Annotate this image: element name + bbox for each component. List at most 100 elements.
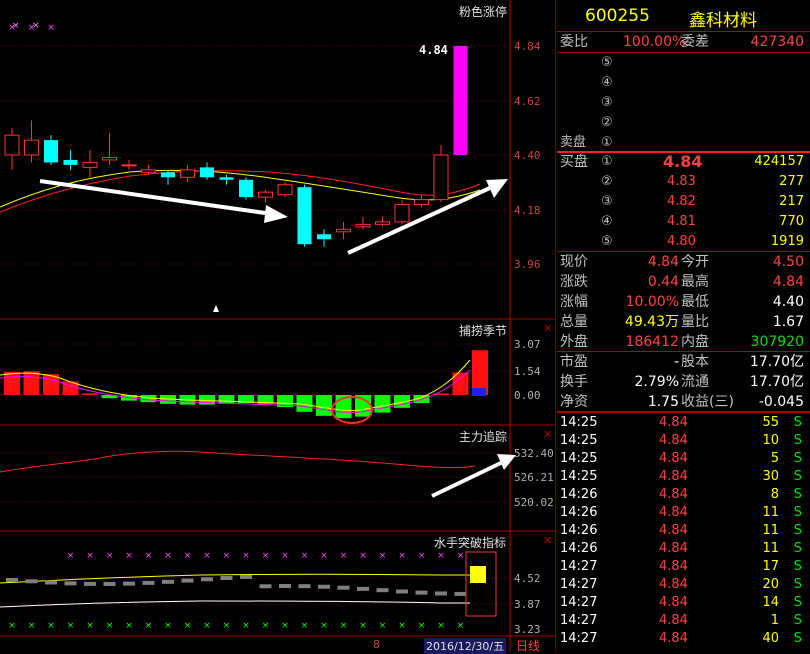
- marker-x: ×: [457, 621, 465, 631]
- stat-value: 4.40: [772, 294, 804, 310]
- tick-side: S: [793, 451, 802, 466]
- period-button[interactable]: 日线: [516, 637, 540, 654]
- trade-tick-row: 14:27 4.84 17 S: [557, 558, 810, 576]
- indicator-bar: [4, 371, 20, 395]
- trade-tick-row: 14:25 4.84 55 S: [557, 414, 810, 432]
- stat-row: 涨幅 10.00% 最低 4.40: [557, 292, 810, 312]
- close-icon[interactable]: ✕: [543, 534, 552, 547]
- tick-price: 4.84: [659, 559, 688, 574]
- marker-x: ×: [12, 21, 20, 31]
- candle: [394, 199, 410, 225]
- panel3-tick: 520.02: [514, 496, 554, 509]
- panel4-tick: 4.52: [514, 572, 541, 585]
- candle: [258, 189, 273, 203]
- bid-volume: 424157: [754, 154, 804, 169]
- level-num: ③: [601, 194, 613, 209]
- tick-side: S: [793, 577, 802, 592]
- breakout-box: [465, 551, 497, 617]
- stat-value: 307920: [750, 334, 804, 350]
- stat-value: 4.84: [647, 254, 679, 270]
- breakout-bar: [470, 566, 486, 583]
- candle: [297, 184, 312, 247]
- marker-x: ×: [164, 551, 172, 561]
- level-num: ③: [601, 95, 613, 110]
- trade-tick-row: 14:26 4.84 11 S: [557, 540, 810, 558]
- tick-volume: 8: [770, 487, 779, 502]
- marker-x: ×: [242, 621, 250, 631]
- stat-label: 涨跌: [560, 274, 588, 290]
- marker-x: ×: [281, 551, 289, 561]
- tick-price: 4.84: [659, 613, 688, 628]
- fund-label: 市盈: [560, 354, 588, 370]
- trade-tick-row: 14:27 4.84 1 S: [557, 612, 810, 630]
- stat-row: 现价 4.84 今开 4.50: [557, 252, 810, 272]
- buy-level: 买盘 ① 4.84 424157: [557, 152, 810, 172]
- tick-volume: 5: [770, 451, 779, 466]
- buy-level: ② 4.83 277: [557, 172, 810, 192]
- marker-x: ×: [67, 551, 75, 561]
- tick-price: 4.84: [659, 577, 688, 592]
- sell-level: ②: [557, 113, 810, 133]
- candle: [44, 135, 58, 165]
- fund-label: 收益(三): [681, 394, 734, 410]
- marker-x: ×: [8, 621, 16, 631]
- quote-panel: 600255 鑫科材料 委比 100.00% 委差 427340 ⑤ ④ ③ ②…: [557, 0, 810, 652]
- bid-price: 4.81: [667, 214, 696, 229]
- marker-x: ×: [320, 551, 328, 561]
- tick-volume: 11: [762, 523, 779, 538]
- marker-x: ×: [164, 621, 172, 631]
- fundamental-row: 换手 2.79% 流通 17.70亿: [557, 372, 810, 392]
- weibi-label: 委比: [560, 34, 588, 50]
- marker-triangle: [213, 305, 219, 312]
- panel2-title[interactable]: 捕捞季节: [459, 322, 507, 339]
- stock-code: 600255: [585, 6, 650, 26]
- sell-level: ③: [557, 93, 810, 113]
- stat-row: 外盘 186412 内盘 307920: [557, 332, 810, 352]
- candle: [121, 159, 137, 170]
- bid-volume: 217: [779, 194, 804, 209]
- candle: [4, 127, 20, 170]
- indicator-bar: [316, 395, 332, 416]
- fund-value: -: [673, 354, 679, 370]
- tick-time: 14:27: [560, 631, 598, 646]
- tick-price: 4.84: [659, 433, 688, 448]
- bid-price: 4.82: [667, 194, 696, 209]
- arrow-head-1: [264, 205, 288, 223]
- weibi-value: 100.00%: [623, 34, 686, 50]
- indicator-block: [357, 586, 369, 591]
- panel3-title[interactable]: 主力追踪: [459, 428, 507, 445]
- tick-side: S: [793, 469, 802, 484]
- tick-volume: 10: [762, 433, 779, 448]
- tick-price: 4.84: [659, 469, 688, 484]
- candle: [219, 174, 234, 185]
- stock-name: 鑫科材料: [689, 11, 757, 31]
- stat-label: 最高: [681, 274, 709, 290]
- indicator-block: [279, 584, 291, 589]
- indicator-block: [123, 581, 135, 586]
- indicator-block: [45, 580, 57, 585]
- marker-x: ×: [379, 551, 387, 561]
- bid-price: 4.80: [667, 234, 696, 249]
- fund-label: 股本: [681, 354, 709, 370]
- marker-x: ×: [320, 621, 328, 631]
- tick-price: 4.84: [659, 451, 688, 466]
- kline-chart-area[interactable]: 粉色涨停 × × × × × × × × × × × × × × × × × ×…: [0, 0, 556, 654]
- stat-label: 内盘: [681, 334, 709, 350]
- marker-x: ×: [340, 551, 348, 561]
- indicator-block: [162, 579, 174, 584]
- indicator-bar: [374, 395, 391, 413]
- close-icon[interactable]: ✕: [543, 322, 552, 335]
- close-icon[interactable]: ✕: [543, 428, 552, 441]
- marker-x: ×: [106, 621, 114, 631]
- tick-volume: 20: [762, 577, 779, 592]
- indicator-block: [6, 578, 18, 582]
- panel4-title[interactable]: 水手突破指标: [434, 534, 506, 551]
- indicator-block: [103, 581, 116, 586]
- indicator-block: [84, 581, 96, 586]
- tick-side: S: [793, 613, 802, 628]
- tick-volume: 14: [762, 595, 779, 610]
- tick-time: 14:27: [560, 613, 598, 628]
- tick-price: 4.84: [659, 487, 688, 502]
- bid-volume: 770: [779, 214, 804, 229]
- indicator-block: [64, 581, 77, 586]
